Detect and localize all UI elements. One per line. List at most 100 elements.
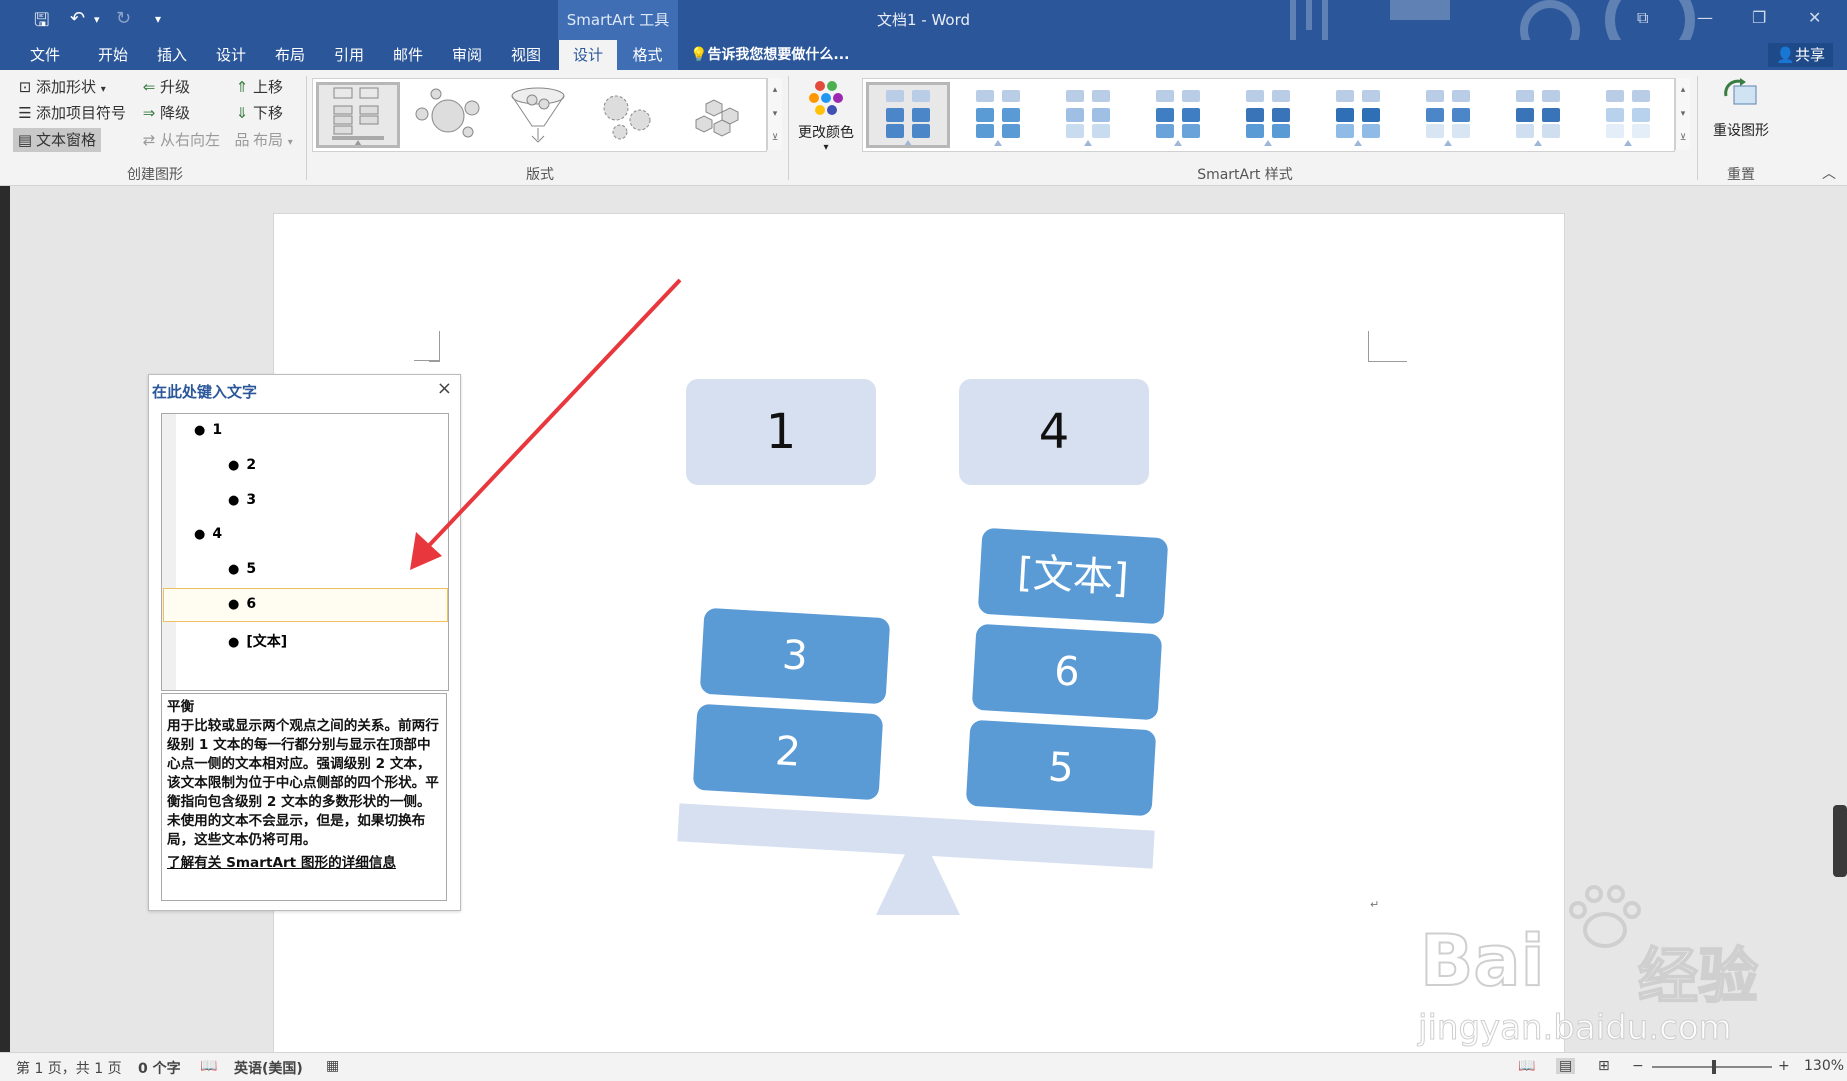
balance-left-upper-box[interactable]: 3 (699, 607, 891, 705)
layout-balance[interactable] (316, 82, 400, 148)
smartart-style-option[interactable] (1046, 82, 1130, 148)
zoom-out-icon[interactable]: − (1632, 1058, 1644, 1074)
move-down-button[interactable]: ⇓ 下移 (233, 101, 283, 125)
paw-logo-icon (1569, 885, 1641, 948)
balance-top-right-box[interactable]: 4 (959, 379, 1149, 485)
balance-fulcrum[interactable] (876, 827, 960, 915)
palette-icon (809, 81, 843, 115)
balance-left-lower-box[interactable]: 2 (692, 703, 884, 801)
layout-description-title: 平衡 (167, 699, 195, 715)
list-item[interactable]: ● 2 (228, 457, 256, 473)
tab-references[interactable]: 引用 (318, 40, 380, 70)
zoom-in-icon[interactable]: + (1778, 1058, 1790, 1074)
close-window-icon[interactable]: ✕ (1808, 8, 1821, 27)
style-preview-block (1182, 108, 1200, 122)
layouts-gallery-scroll[interactable]: ▴ ▾ ⊻ (767, 78, 782, 150)
bullet-icon: ● (228, 597, 240, 612)
list-item[interactable]: ● 4 (194, 526, 222, 542)
right-to-left-button[interactable]: ⇄ 从右向左 (140, 128, 220, 152)
list-item[interactable]: ● 3 (228, 492, 256, 508)
text-pane-button[interactable]: ▤ 文本窗格 (13, 128, 102, 152)
list-item[interactable]: ● [文本] (228, 631, 287, 651)
change-colors-button[interactable]: 更改颜色 ▾ (793, 76, 859, 162)
collapse-ribbon-icon[interactable]: ︿ (1822, 163, 1836, 183)
zoom-level[interactable]: 130% (1804, 1058, 1844, 1074)
print-layout-icon[interactable]: ▤ (1556, 1058, 1576, 1074)
language-indicator[interactable]: 英语(美国) (234, 1058, 303, 1078)
list-item-selected[interactable]: ● 6 (228, 596, 256, 612)
style-preview-block (1426, 90, 1444, 102)
tab-smartart-format[interactable]: 格式 (617, 40, 678, 70)
page-count[interactable]: 第 1 页，共 1 页 (16, 1058, 122, 1078)
maximize-icon[interactable]: ❐ (1752, 8, 1766, 27)
more-icon[interactable]: ⊻ (1676, 126, 1690, 150)
learn-more-link[interactable]: 了解有关 SmartArt 图形的详细信息 (167, 854, 441, 873)
add-shape-button[interactable]: ⊡ 添加形状 ▾ (16, 75, 106, 99)
ribbon-tabs: 文件 开始 插入 设计 布局 引用 邮件 审阅 视图 设计 格式 💡告诉我您想要… (0, 40, 1847, 70)
tab-review[interactable]: 审阅 (436, 40, 498, 70)
tell-me-search[interactable]: 💡告诉我您想要做什么... (690, 40, 890, 70)
layout-button[interactable]: 品布局 ▾ (233, 128, 292, 152)
balance-right-top-box[interactable]: [文本] (977, 527, 1169, 625)
zoom-slider-handle[interactable] (1712, 1060, 1716, 1074)
ribbon-display-icon[interactable]: ⧉ (1637, 8, 1648, 28)
promote-label: 升级 (160, 78, 191, 96)
web-layout-icon[interactable]: ⊞ (1598, 1058, 1610, 1074)
read-mode-icon[interactable]: 📖 (1518, 1058, 1535, 1074)
layout-circle-relationship[interactable] (406, 82, 490, 148)
smartart-style-option[interactable] (1316, 82, 1400, 148)
right-edge-handle[interactable] (1833, 805, 1847, 877)
style-preview-block (1092, 90, 1110, 102)
tab-view[interactable]: 视图 (495, 40, 557, 70)
smartart-style-option[interactable] (1136, 82, 1220, 148)
word-count[interactable]: 0 个字 (138, 1058, 181, 1078)
style-preview-icon (1336, 90, 1380, 146)
chevron-down-icon[interactable]: ▾ (768, 102, 782, 126)
promote-button[interactable]: ⇐ 升级 (140, 75, 190, 99)
layouts-gallery (312, 78, 767, 152)
move-up-button[interactable]: ⇑ 上移 (233, 75, 283, 99)
move-down-label: 下移 (253, 104, 284, 122)
chevron-up-icon[interactable]: ▴ (1676, 78, 1690, 102)
smartart-style-option[interactable] (1586, 82, 1670, 148)
tab-file[interactable]: 文件 (14, 40, 76, 70)
styles-gallery-scroll[interactable]: ▴ ▾ ⊻ (1675, 78, 1690, 150)
smartart-style-option[interactable] (1496, 82, 1580, 148)
smartart-style-option[interactable] (1226, 82, 1310, 148)
smartart-style-option[interactable] (1406, 82, 1490, 148)
style-preview-block (1452, 108, 1470, 122)
chevron-down-icon: ▾ (823, 142, 829, 153)
add-bullet-button[interactable]: ☰ 添加项目符号 (16, 101, 126, 125)
chevron-down-icon[interactable]: ▾ (1676, 102, 1690, 126)
layouts-group-label: 版式 (526, 167, 554, 183)
style-preview-block (1156, 124, 1174, 138)
smartart-style-option[interactable] (956, 82, 1040, 148)
share-button[interactable]: 👤共享 (1768, 43, 1833, 67)
more-icon[interactable]: ⊻ (768, 126, 782, 150)
style-preview-block (1336, 124, 1354, 138)
minimize-icon[interactable]: — (1697, 8, 1713, 27)
tab-layout[interactable]: 布局 (259, 40, 321, 70)
tab-mailings[interactable]: 邮件 (377, 40, 439, 70)
macro-record-icon[interactable]: ▦ (326, 1058, 339, 1074)
tab-home[interactable]: 开始 (82, 40, 144, 70)
list-item[interactable]: ● 5 (228, 561, 256, 577)
smartart-style-option[interactable] (866, 82, 950, 148)
balance-right-bottom-box[interactable]: 5 (965, 719, 1157, 817)
balance-right-middle-box[interactable]: 6 (971, 623, 1163, 721)
tab-smartart-design[interactable]: 设计 (559, 40, 617, 70)
list-item[interactable]: ● 1 (194, 422, 222, 438)
layout-gear[interactable] (586, 82, 670, 148)
tab-design[interactable]: 设计 (200, 40, 262, 70)
reset-graphic-button[interactable]: 重设图形 (1702, 76, 1780, 162)
chevron-up-icon[interactable]: ▴ (768, 78, 782, 102)
layout-funnel[interactable] (496, 82, 580, 148)
arrow-right-icon: ⇒ (142, 104, 156, 122)
tab-insert[interactable]: 插入 (141, 40, 203, 70)
balance-top-left-box[interactable]: 1 (686, 379, 876, 485)
demote-button[interactable]: ⇒ 降级 (140, 101, 190, 125)
style-preview-fulcrum (1444, 140, 1452, 146)
proofing-icon[interactable]: 📖 (200, 1058, 217, 1074)
style-preview-block (1336, 90, 1354, 102)
layout-hexagon[interactable] (676, 82, 760, 148)
